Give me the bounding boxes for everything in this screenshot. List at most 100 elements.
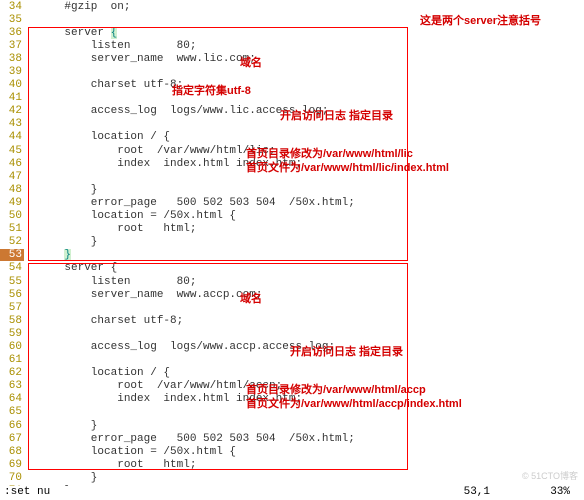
code-line[interactable]: 37 listen 80; [0,39,584,52]
code-line[interactable]: 65 [0,406,584,419]
code-line[interactable]: 48 } [0,183,584,196]
line-content: index index.html index.htm; [24,158,302,170]
code-line[interactable]: 39 [0,65,584,78]
code-line[interactable]: 38 server_name www.lic.com; [0,52,584,65]
line-number: 65 [0,406,24,418]
line-content: access_log logs/www.lic.access.log; [24,105,328,117]
line-content: location = /50x.html { [24,446,236,458]
code-line[interactable]: 52 } [0,236,584,249]
line-number: 62 [0,367,24,379]
code-line[interactable]: 34 #gzip on; [0,0,584,13]
line-number: 35 [0,14,24,26]
line-content: root /var/www/html/accp; [24,380,282,392]
line-content: location / { [24,367,170,379]
line-number: 50 [0,210,24,222]
line-number: 68 [0,446,24,458]
line-number: 61 [0,354,24,366]
line-content: server_name www.accp.com; [24,289,262,301]
line-number: 58 [0,315,24,327]
line-content: location / { [24,131,170,143]
line-number: 60 [0,341,24,353]
line-content: root html; [24,223,196,235]
code-line[interactable]: 42 access_log logs/www.lic.access.log; [0,105,584,118]
line-number: 63 [0,380,24,392]
code-line[interactable]: 35 [0,13,584,26]
code-line[interactable]: 47 [0,170,584,183]
line-number: 54 [0,262,24,274]
status-position: 53,1 [420,486,520,500]
line-number: 38 [0,53,24,65]
line-number: 42 [0,105,24,117]
watermark: © 51CTO博客 [522,469,578,482]
code-line[interactable]: 64 index index.html index.htm; [0,393,584,406]
code-line[interactable]: 51 root html; [0,223,584,236]
line-number: 45 [0,145,24,157]
status-percent: 33% [520,486,580,500]
line-number: 69 [0,459,24,471]
line-number: 34 [0,1,24,13]
line-content: #gzip on; [24,1,130,13]
line-number: 56 [0,289,24,301]
code-line[interactable]: 62 location / { [0,367,584,380]
line-number: 37 [0,40,24,52]
line-content: server { [24,262,117,274]
code-editor[interactable]: 34 #gzip on;3536 server {37 listen 80;38… [0,0,584,498]
code-line[interactable]: 36 server { [0,26,584,39]
line-content: } [24,236,97,248]
line-content: charset utf-8; [24,315,183,327]
code-line[interactable]: 43 [0,118,584,131]
line-content: } [24,184,97,196]
code-line[interactable]: 69 root html; [0,458,584,471]
line-content: server_name www.lic.com; [24,53,256,65]
code-line[interactable]: 67 error_page 500 502 503 504 /50x.html; [0,432,584,445]
code-line[interactable]: 63 root /var/www/html/accp; [0,380,584,393]
code-line[interactable]: 58 charset utf-8; [0,314,584,327]
line-number: 57 [0,302,24,314]
code-line[interactable]: 45 root /var/www/html/lic; [0,144,584,157]
line-number: 53 [0,249,24,261]
code-line[interactable]: 44 location / { [0,131,584,144]
line-number: 46 [0,158,24,170]
line-content: location = /50x.html { [24,210,236,222]
line-number: 40 [0,79,24,91]
status-bar: :set nu 53,1 33% [0,486,584,500]
line-number: 51 [0,223,24,235]
line-number: 44 [0,131,24,143]
line-content: access_log logs/www.accp.access.log; [24,341,335,353]
line-content: } [24,472,97,484]
code-line[interactable]: 70 } [0,471,584,484]
line-content: listen 80; [24,40,196,52]
code-line[interactable]: 60 access_log logs/www.accp.access.log; [0,340,584,353]
code-line[interactable]: 40 charset utf-8; [0,79,584,92]
line-number: 67 [0,433,24,445]
line-content: root /var/www/html/lic; [24,145,276,157]
line-number: 48 [0,184,24,196]
code-line[interactable]: 55 listen 80; [0,275,584,288]
line-number: 36 [0,27,24,39]
line-number: 70 [0,472,24,484]
line-content: } [24,420,97,432]
code-line[interactable]: 68 location = /50x.html { [0,445,584,458]
code-line[interactable]: 46 index index.html index.htm; [0,157,584,170]
line-content: } [24,249,71,261]
code-line[interactable]: 54 server { [0,262,584,275]
code-line[interactable]: 49 error_page 500 502 503 504 /50x.html; [0,196,584,209]
line-content: server { [24,27,117,39]
code-line[interactable]: 50 location = /50x.html { [0,210,584,223]
code-line[interactable]: 61 [0,354,584,367]
line-number: 47 [0,171,24,183]
code-line[interactable]: 56 server_name www.accp.com; [0,288,584,301]
status-command: :set nu [4,486,420,500]
code-line[interactable]: 66 } [0,419,584,432]
line-content: charset utf-8; [24,79,183,91]
line-number: 43 [0,118,24,130]
line-number: 66 [0,420,24,432]
code-line[interactable]: 59 [0,327,584,340]
line-content: error_page 500 502 503 504 /50x.html; [24,197,355,209]
line-number: 55 [0,276,24,288]
code-line[interactable]: 41 [0,92,584,105]
code-line[interactable]: 57 [0,301,584,314]
code-line[interactable]: 53 } [0,249,584,262]
line-content: root html; [24,459,196,471]
line-number: 41 [0,92,24,104]
